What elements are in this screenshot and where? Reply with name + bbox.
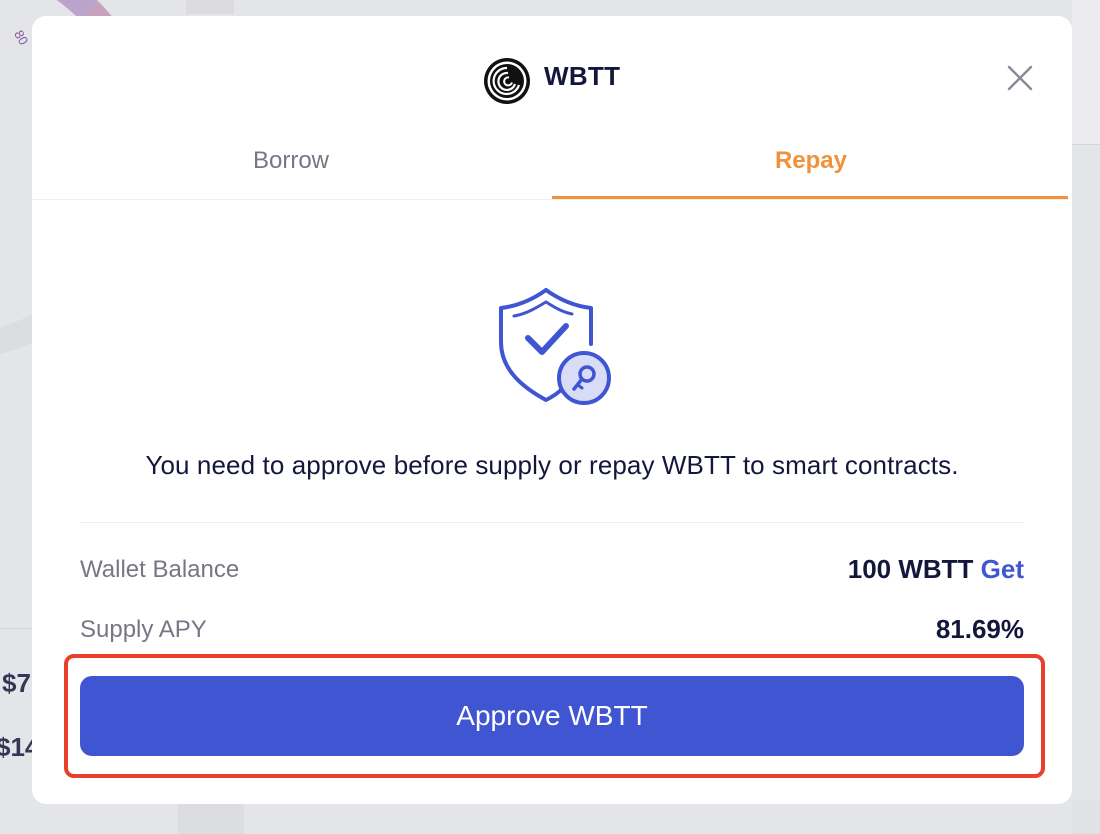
- shield-check-key-icon: [499, 288, 611, 405]
- highlight-box: [64, 654, 1045, 778]
- modal-header: WBTT: [32, 16, 1072, 138]
- background-block: [178, 804, 244, 834]
- background-strip: [186, 0, 234, 14]
- supply-apy-row: Supply APY 81.69%: [80, 610, 1024, 650]
- token-title: WBTT: [544, 61, 621, 91]
- get-link[interactable]: Get: [981, 554, 1024, 584]
- bittorrent-logo-icon: [484, 58, 530, 104]
- background-card: [1072, 0, 1100, 145]
- background-divider: [0, 628, 32, 629]
- close-icon[interactable]: [1004, 62, 1036, 94]
- approve-notice: You need to approve before supply or rep…: [145, 450, 959, 480]
- supply-apy-label: Supply APY: [80, 616, 207, 643]
- wallet-balance-row: Wallet Balance 100 WBTT Get: [80, 550, 1024, 590]
- wallet-balance-label: Wallet Balance: [80, 556, 240, 583]
- background-block: [1072, 800, 1100, 834]
- wallet-balance-value: 100 WBTT: [847, 554, 974, 584]
- supply-apy-value: 81.69%: [935, 614, 1024, 644]
- tab-repay[interactable]: Repay: [552, 138, 1070, 200]
- divider: [80, 522, 1024, 523]
- tab-bar: Borrow Repay: [32, 138, 1068, 200]
- background-value-1: $7: [2, 668, 31, 698]
- active-tab-indicator: [552, 196, 1068, 199]
- wallet-balance-value-group: 100 WBTT Get: [848, 554, 1024, 585]
- tab-borrow[interactable]: Borrow: [32, 138, 550, 200]
